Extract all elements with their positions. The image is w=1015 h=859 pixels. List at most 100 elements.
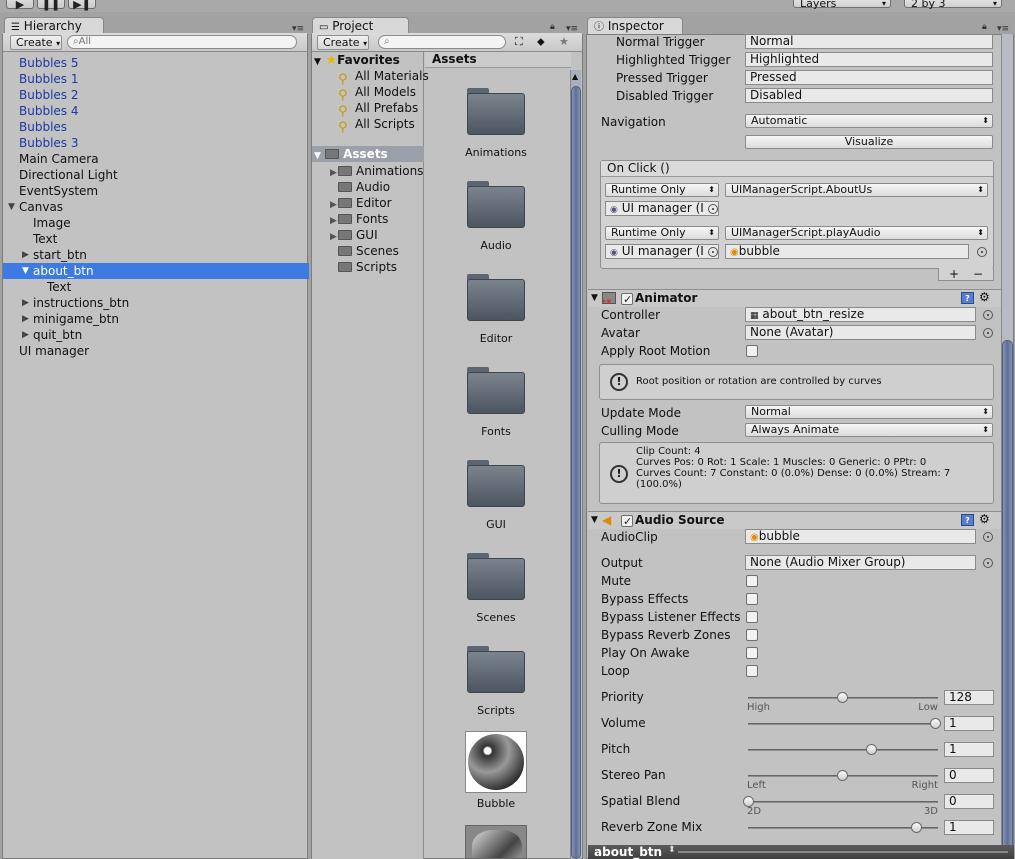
favorite-item[interactable]: ⚲ All Models [338, 84, 416, 103]
hierarchy-item[interactable]: Bubbles 4 [3, 103, 309, 119]
audio-toggle-checkbox[interactable] [746, 647, 758, 659]
hierarchy-item[interactable]: ▼ Canvas [3, 199, 309, 215]
culling-mode-dropdown[interactable]: Always Animate ⬍ [745, 423, 993, 437]
preview-bar[interactable]: about_btn ⬍ [588, 845, 1014, 859]
slider-track[interactable] [748, 723, 938, 725]
add-listener-button[interactable]: + [949, 268, 959, 280]
object-picker-icon[interactable] [977, 247, 987, 257]
hierarchy-item[interactable]: Bubbles 3 [3, 135, 309, 151]
slider-thumb[interactable] [836, 770, 848, 781]
trigger-field[interactable]: Highlighted [745, 52, 993, 67]
inspector-scrollbar[interactable] [1001, 34, 1013, 859]
favorite-item[interactable]: ⚲ All Scripts [338, 116, 415, 135]
folder-icon[interactable] [467, 553, 525, 601]
slider-value-field[interactable]: 1 [944, 742, 994, 757]
folder-icon[interactable] [467, 274, 525, 322]
hierarchy-item[interactable]: Directional Light [3, 167, 309, 183]
target-object-field[interactable]: ◉ UI manager (I [605, 201, 719, 216]
hierarchy-item[interactable]: Text [3, 279, 309, 295]
runtime-mode-dropdown[interactable]: Runtime Only ⬍ [605, 183, 719, 197]
favorite-item[interactable]: ⚲ All Materials [338, 68, 429, 87]
favorite-item[interactable]: ⚲ All Prefabs [338, 100, 418, 119]
folder-tree-item[interactable]: Audio [330, 179, 390, 195]
object-picker-icon[interactable] [708, 204, 718, 214]
favorites-header[interactable]: ▼ ★Favorites [314, 52, 400, 68]
hierarchy-item[interactable]: ▶ quit_btn [3, 327, 309, 343]
audioclip-field[interactable]: ◉bubble [745, 529, 976, 544]
folder-icon[interactable] [467, 88, 525, 136]
layers-dropdown[interactable]: Layers ▾ [793, 0, 891, 10]
audio-toggle-checkbox[interactable] [746, 593, 758, 605]
trigger-field[interactable]: Normal [745, 34, 993, 49]
navigation-dropdown[interactable]: Automatic ⬍ [745, 114, 993, 128]
argument-field[interactable]: ◉bubble [725, 244, 969, 259]
filter-type-icon[interactable]: ⛶ [515, 35, 523, 49]
hierarchy-item[interactable]: ▶ instructions_btn [3, 295, 309, 311]
hierarchy-item[interactable]: UI manager [3, 343, 309, 359]
expanded-arrow-icon[interactable]: ▼ [8, 199, 18, 215]
hierarchy-search-input[interactable]: ⌕All [67, 35, 297, 49]
pause-button[interactable]: ❚❚ [37, 0, 65, 11]
audio-source-enabled-checkbox[interactable] [621, 513, 633, 530]
layout-dropdown[interactable]: 2 by 3 ▾ [904, 0, 1002, 10]
lock-icon[interactable]: 🔒︎ [982, 22, 987, 32]
slider-value-field[interactable]: 1 [944, 820, 994, 835]
gear-icon[interactable]: ⚙︎ [979, 289, 990, 306]
function-dropdown[interactable]: UIManagerScript.playAudio ⬍ [725, 226, 988, 240]
apply-root-motion-checkbox[interactable] [746, 345, 758, 357]
folder-icon[interactable] [467, 646, 525, 694]
visualize-button[interactable]: Visualize [745, 135, 993, 149]
hierarchy-item[interactable]: ▼ about_btn [3, 263, 309, 279]
folder-tree-item[interactable]: Scripts [330, 259, 397, 275]
object-picker-icon[interactable] [983, 532, 993, 542]
tab-project[interactable]: ▭ Project [312, 17, 409, 34]
audio-clip-icon[interactable] [465, 731, 527, 793]
project-create-button[interactable]: Create ▾ [317, 35, 369, 50]
folder-icon[interactable] [467, 181, 525, 229]
collapsed-arrow-icon[interactable]: ▶ [22, 295, 32, 311]
collapsed-arrow-icon[interactable]: ▶ [22, 327, 32, 343]
output-field[interactable]: None (Audio Mixer Group) [745, 555, 976, 570]
audio-toggle-checkbox[interactable] [746, 611, 758, 623]
hierarchy-create-button[interactable]: Create ▾ [10, 35, 62, 50]
hierarchy-item[interactable]: EventSystem [3, 183, 309, 199]
hierarchy-item[interactable]: Main Camera [3, 151, 309, 167]
animator-enabled-checkbox[interactable] [621, 291, 633, 308]
step-button[interactable]: ▶❚ [68, 0, 96, 11]
folder-tree-item[interactable]: ▶ Fonts [330, 211, 388, 227]
slider-thumb[interactable] [930, 718, 941, 729]
slider-value-field[interactable]: 0 [944, 768, 994, 783]
remove-listener-button[interactable]: − [973, 268, 983, 280]
audio-source-header[interactable]: ▼ ◀ Audio Source ? ⚙︎ [588, 511, 1012, 530]
project-search-input[interactable]: ⌕ [378, 35, 506, 49]
controller-field[interactable]: ▦ about_btn_resize [745, 307, 976, 322]
runtime-mode-dropdown[interactable]: Runtime Only ⬍ [605, 226, 719, 240]
function-dropdown[interactable]: UIManagerScript.AboutUs ⬍ [725, 183, 988, 197]
slider-value-field[interactable]: 128 [944, 690, 994, 705]
hierarchy-item[interactable]: Bubbles [3, 119, 309, 135]
assets-breadcrumb[interactable]: Assets [425, 52, 571, 68]
star-icon[interactable]: ★ [559, 35, 569, 48]
audio-toggle-checkbox[interactable] [746, 575, 758, 587]
target-object-field[interactable]: ◉ UI manager (I [605, 244, 719, 259]
lock-icon[interactable]: 🔒︎ [550, 22, 555, 32]
audio-toggle-checkbox[interactable] [746, 665, 758, 677]
folder-tree-item[interactable]: Scenes [330, 243, 399, 259]
resize-handle[interactable] [678, 851, 1008, 853]
slider-value-field[interactable]: 1 [944, 716, 994, 731]
hierarchy-item[interactable]: ▶ minigame_btn [3, 311, 309, 327]
audio-toggle-checkbox[interactable] [746, 629, 758, 641]
play-button[interactable]: ▶ [6, 0, 34, 11]
slider-thumb[interactable] [836, 692, 848, 703]
folder-tree-item[interactable]: ▶ Animations [330, 163, 423, 179]
hierarchy-item[interactable]: Bubbles 1 [3, 71, 309, 87]
folder-tree-item[interactable]: ▶ Editor [330, 195, 392, 211]
expanded-arrow-icon[interactable]: ▼ [22, 263, 32, 279]
filter-label-icon[interactable]: ⬥ [537, 35, 545, 49]
tab-inspector[interactable]: ⓘ Inspector [587, 17, 683, 34]
slider-track[interactable] [748, 749, 938, 751]
asset-thumbnail[interactable] [465, 825, 527, 859]
hierarchy-item[interactable]: ▶ start_btn [3, 247, 309, 263]
animator-header[interactable]: ▼ ▸▪ Animator ? ⚙︎ [588, 289, 1012, 308]
slider-track[interactable] [748, 827, 938, 829]
